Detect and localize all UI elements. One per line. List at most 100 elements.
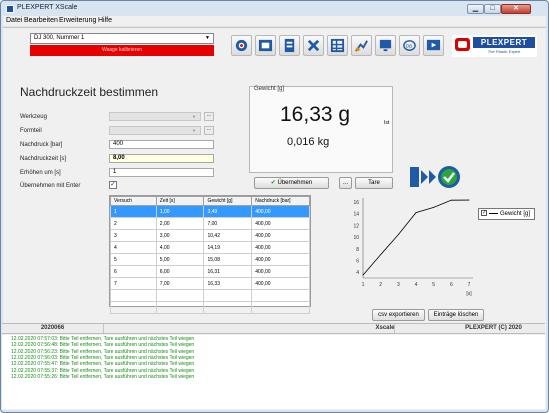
tool1-button[interactable] [231,35,252,56]
table-header-cell[interactable]: Versuch [110,196,157,206]
werkzeug-label: Werkzeug [20,114,47,120]
status-bar: 2020066 Xscale PLEXPERT (C) 2020 [2,323,545,334]
x-tick-label: 6 [450,282,453,288]
svg-text:DB: DB [406,43,413,48]
series-line [362,199,470,276]
menu-erweiterung[interactable]: Erweiterung [59,17,96,24]
title-bar: PLEXPERT XScale ▁ □ ✕ [3,3,546,15]
table-cell: 400,00 [251,217,310,230]
table-row[interactable]: 3 3,00 10,42 400,00 [110,229,310,242]
uebernehmen-label: Übernehmen [277,180,313,186]
table-cell: 16,33 [203,277,253,290]
log-panel[interactable]: 12.02.2020 07:57:03: Bitte Teil entferne… [2,335,545,409]
table-cell: 4,00 [155,241,205,254]
maximize-button[interactable]: □ [484,4,501,14]
table-cell [110,301,157,314]
minimize-button[interactable]: ▁ [467,4,484,14]
tare-button[interactable]: Tare [355,177,393,189]
erhoehen-input[interactable]: 1 [109,168,214,177]
tool3-button[interactable] [279,35,300,56]
chart-icon [355,40,368,52]
monitor-icon [379,39,392,52]
table-header-cell[interactable]: Zeit [s] [155,196,205,206]
grid-button[interactable] [327,35,348,56]
x-tick-label: 2 [379,282,382,288]
table-row-empty [110,289,310,302]
table-cell: 400,00 [251,277,310,290]
table-cell [155,289,205,302]
y-tick-label: 14 [353,212,359,218]
formteil-select[interactable]: ▼ [109,126,201,135]
data-point [415,212,417,213]
werkzeug-browse-button[interactable]: ... [204,112,214,121]
data-point [397,234,399,236]
table-cell: 6,00 [155,265,205,278]
menu-bearbeiten[interactable]: Bearbeiten [24,17,58,24]
menu-hilfe[interactable]: Hilfe [98,17,112,24]
delete-entries-button[interactable]: Einträge löschen [428,309,484,321]
uebernehmen-enter-checkbox[interactable]: ✓ [109,181,117,189]
table-row[interactable]: 1 1,00 3,49 400,00 [110,205,310,218]
table-cell: 1 [110,205,157,218]
table-body: 1 1,00 3,49 400,00 2 2,00 7,00 400,00 3 3,00 10,42… [110,205,310,314]
table-cell [110,289,157,302]
table-row[interactable]: 4 4,00 14,19 400,00 [110,241,310,254]
table-cell [203,301,253,314]
play-button[interactable] [423,35,444,56]
db-button[interactable]: DB [399,35,420,56]
db-icon: DB [403,40,416,51]
data-point [380,254,382,256]
table-header-cell[interactable]: Nachdruck [bar] [251,196,310,206]
tool2-button[interactable] [255,35,276,56]
table-cell: 5 [110,253,157,266]
nachdruck-input[interactable]: 400 [109,140,214,149]
menu-datei[interactable]: Datei [6,17,22,24]
page-title: Nachdruckzeit bestimmen [20,85,159,99]
data-table[interactable]: Versuch Zeit [s] Gewicht [g] Nachdruck [bar… [109,195,311,314]
table-cell: 15,08 [203,253,253,266]
chevron-down-icon: ▼ [192,114,196,119]
table-header-row: Versuch Zeit [s] Gewicht [g] Nachdruck [bar… [110,196,310,206]
table-row[interactable]: 2 2,00 7,00 400,00 [110,217,310,230]
weight-value: 16,33 g [280,103,351,126]
log-line: 12.02.2020 07:56:23: Bitte Teil entferne… [11,348,195,355]
table-cell [155,301,205,314]
table-cell: 6 [110,265,157,278]
status-app: Xscale [375,325,395,331]
table-cell: 1,00 [155,205,205,218]
plexpert-logo: PLEXPERT The Plastic Expert [452,35,537,57]
monitor-button[interactable] [375,35,396,56]
table-cell: 2,00 [155,217,205,230]
close-button[interactable]: ✕ [501,4,531,14]
table-header-cell[interactable]: Gewicht [g] [203,196,253,206]
status-banner: Waage kalibrieren [30,45,214,56]
log-line: 12.02.2020 07:55:47: Bitte Teil entferne… [11,361,195,368]
chart-button[interactable] [351,35,372,56]
weight-panel [249,86,393,173]
y-tick-label: 6 [356,258,359,264]
nachdruckzeit-input[interactable]: 8,00 [109,154,214,163]
checkmark-icon: ✔ [270,180,276,186]
options-button[interactable]: ... [339,177,352,189]
uebernehmen-enter-label: Übernehmen mit Enter [20,183,81,189]
erhoehen-label: Erhöhen um [s] [20,170,61,176]
grid-icon [330,38,345,53]
log-line: 12.02.2020 07:57:03: Bitte Teil entferne… [11,336,195,342]
table-cell: 2 [110,217,157,230]
chart-legend[interactable]: ✓ Gewicht [g] [478,208,535,220]
uebernehmen-button[interactable]: ✔ Übernehmen [254,177,329,189]
table-cell: 7,00 [203,217,253,230]
tool4-button[interactable] [303,35,324,56]
table-row[interactable]: 5 5,00 15,08 400,00 [110,253,310,266]
table-row[interactable]: 6 6,00 16,31 400,00 [110,265,310,278]
legend-checkbox[interactable]: ✓ [481,210,487,217]
table-cell: 400,00 [251,241,310,254]
machine-select[interactable]: DJ 300, Nummer 1 ▼ [30,33,214,44]
werkzeug-select[interactable]: ▼ [109,112,201,121]
data-point [433,206,435,208]
csv-export-button[interactable]: csv exportieren [372,309,425,321]
table-row[interactable]: 7 7,00 16,33 400,00 [110,277,310,290]
formteil-browse-button[interactable]: ... [204,126,214,135]
legend-label: Gewicht [g] [500,211,531,217]
table-cell: 5,00 [155,253,205,266]
